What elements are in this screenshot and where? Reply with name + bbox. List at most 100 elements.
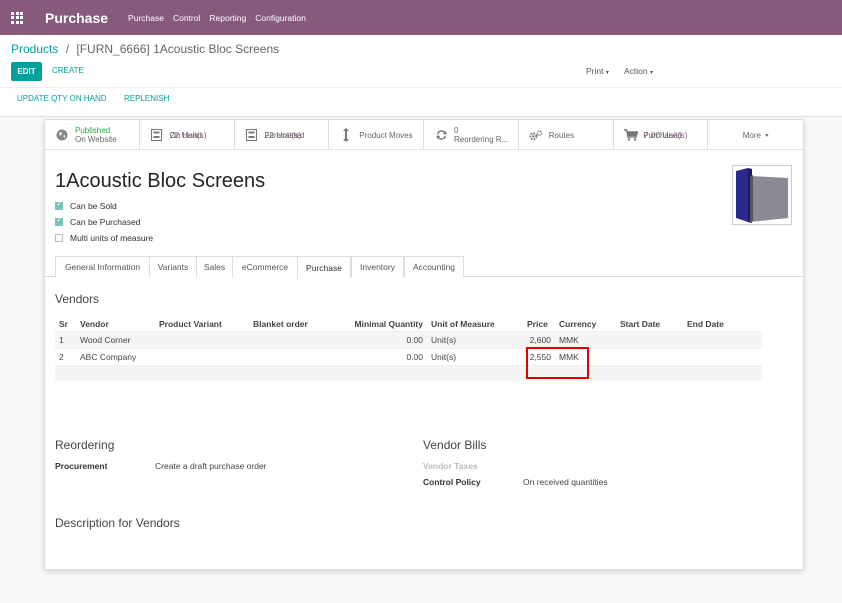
tab-variants[interactable]: Variants xyxy=(149,256,197,277)
tab-inventory[interactable]: Inventory xyxy=(351,256,404,277)
edit-button[interactable]: EDIT xyxy=(11,62,42,81)
procurement-value[interactable]: Create a draft purchase order xyxy=(155,461,267,471)
checkbox-can-be-sold[interactable]: Can be Sold xyxy=(55,200,117,211)
inventory-icon xyxy=(150,128,164,142)
control-policy-label: Control Policy xyxy=(423,477,481,487)
apps-menu-icon[interactable] xyxy=(0,0,34,35)
product-image[interactable] xyxy=(732,165,792,225)
cell-blanket xyxy=(249,347,319,365)
description-vendors-title: Description for Vendors xyxy=(55,516,180,530)
cart-icon xyxy=(623,128,638,142)
form-sheet: Published On Website 22 Unit(s) On Hand 22… xyxy=(44,119,804,570)
smart-button-product-moves-label: Product Moves xyxy=(359,130,413,140)
smart-button-website[interactable]: Published On Website xyxy=(45,120,140,150)
cell-sr: 2 xyxy=(55,347,76,365)
cell-blanket xyxy=(249,330,319,348)
action-label: Action xyxy=(624,66,648,76)
column-header[interactable]: Start Date xyxy=(616,317,683,331)
update-qty-button[interactable]: UPDATE QTY ON HAND xyxy=(17,94,107,103)
tab-accounting[interactable]: Accounting xyxy=(404,256,464,277)
print-dropdown[interactable]: Print ▾ xyxy=(586,66,609,76)
checkbox-multi-uom[interactable]: Multi units of measure xyxy=(55,233,153,243)
divider xyxy=(0,87,842,88)
smart-button-website-label: On Website xyxy=(75,135,117,144)
create-button[interactable]: CREATE xyxy=(52,66,84,75)
refresh-icon xyxy=(434,128,448,142)
up-down-arrow-icon xyxy=(339,128,353,142)
smart-button-purchased-value: 7.00 Unit(s) xyxy=(643,129,688,140)
checkbox-label: Can be Sold xyxy=(70,201,117,211)
smart-button-on-hand[interactable]: 22 Unit(s) On Hand xyxy=(140,120,235,150)
checkbox-unchecked-icon[interactable] xyxy=(55,234,63,242)
column-header[interactable]: Minimal Quantity xyxy=(319,317,427,331)
reordering-section-title: Reordering xyxy=(55,438,115,452)
menu-purchase[interactable]: Purchase xyxy=(128,13,164,23)
column-header[interactable]: Product Variant xyxy=(155,317,249,331)
menu-configuration[interactable]: Configuration xyxy=(255,13,306,23)
smart-button-routes-label: Routes xyxy=(548,130,575,140)
column-header[interactable]: Currency xyxy=(555,317,616,331)
vendor-taxes-label: Vendor Taxes xyxy=(423,461,478,471)
smart-button-routes[interactable]: Routes xyxy=(519,120,614,150)
cell-start-date xyxy=(616,330,683,348)
smart-button-reordering[interactable]: 0 Reordering R... xyxy=(424,120,519,150)
cell-min-qty: 0.00 xyxy=(319,347,427,365)
smart-button-forecasted[interactable]: 22 Unit(s) Forecasted xyxy=(235,120,330,150)
breadcrumb: Products / [FURN_6666] 1Acoustic Bloc Sc… xyxy=(11,42,279,56)
forecast-icon xyxy=(245,128,259,142)
vendors-section-title: Vendors xyxy=(55,292,100,306)
smart-buttons-bar: Published On Website 22 Unit(s) On Hand 22… xyxy=(45,120,803,150)
column-header[interactable]: Unit of Measure xyxy=(427,317,523,331)
notebook-tabs: General Information Variants Sales eComm… xyxy=(45,256,803,278)
breadcrumb-separator: / xyxy=(65,42,70,56)
top-navbar: Purchase Purchase Control Reporting Conf… xyxy=(0,0,842,35)
checkbox-checked-icon[interactable] xyxy=(55,200,63,210)
caret-down-icon: ▾ xyxy=(765,132,769,139)
table-row[interactable]: 2 ABC Company 0.00 Unit(s) 2,550 MMK xyxy=(55,347,762,365)
breadcrumb-products-link[interactable]: Products xyxy=(11,42,58,56)
replenish-button[interactable]: REPLENISH xyxy=(124,94,169,103)
cell-currency: MMK xyxy=(555,330,616,348)
checkbox-label: Can be Purchased xyxy=(70,217,141,227)
column-header[interactable]: Blanket order xyxy=(249,317,319,331)
cell-start-date xyxy=(616,347,683,365)
tab-general-information[interactable]: General Information xyxy=(55,256,150,277)
cell-vendor: ABC Company xyxy=(76,347,155,365)
app-title[interactable]: Purchase xyxy=(45,10,108,26)
globe-icon xyxy=(55,128,69,142)
smart-button-product-moves[interactable]: Product Moves xyxy=(329,120,424,150)
table-empty-row xyxy=(55,364,762,381)
smart-button-reordering-count: 0 xyxy=(454,126,459,135)
cell-sr: 1 xyxy=(55,330,76,348)
action-dropdown[interactable]: Action ▾ xyxy=(624,66,653,76)
table-header-row: Sr Vendor Product Variant Blanket order … xyxy=(55,317,762,331)
cell-end-date xyxy=(683,347,762,365)
cell-price: 2,600 xyxy=(523,330,555,348)
caret-down-icon: ▾ xyxy=(650,70,654,76)
smart-button-on-hand-value: 22 Unit(s) xyxy=(169,129,207,140)
tab-purchase[interactable]: Purchase xyxy=(297,256,351,278)
control-policy-value[interactable]: On received quantities xyxy=(523,477,608,487)
checkbox-checked-icon[interactable] xyxy=(55,216,63,226)
cell-end-date xyxy=(683,330,762,348)
column-header[interactable]: End Date xyxy=(683,317,762,331)
product-name: 1Acoustic Bloc Screens xyxy=(55,170,266,192)
table-row[interactable]: 1 Wood Corner 0.00 Unit(s) 2,600 MMK xyxy=(55,330,762,348)
column-header[interactable]: Sr xyxy=(55,317,76,331)
control-panel: Products / [FURN_6666] 1Acoustic Bloc Sc… xyxy=(0,35,842,117)
vendors-table: Sr Vendor Product Variant Blanket order … xyxy=(55,317,762,381)
tab-sales[interactable]: Sales xyxy=(196,256,233,277)
smart-button-purchased[interactable]: 7.00 Unit(s) Purchased xyxy=(614,120,709,150)
tab-ecommerce[interactable]: eCommerce xyxy=(232,256,298,277)
cell-variant xyxy=(155,347,249,365)
checkbox-can-be-purchased[interactable]: Can be Purchased xyxy=(55,216,141,227)
column-header[interactable]: Price xyxy=(523,317,555,331)
cell-uom: Unit(s) xyxy=(427,330,523,348)
menu-reporting[interactable]: Reporting xyxy=(209,13,246,23)
menu-control[interactable]: Control xyxy=(173,13,200,23)
column-header[interactable]: Vendor xyxy=(76,317,155,331)
gears-icon xyxy=(529,128,543,142)
procurement-label: Procurement xyxy=(55,461,108,471)
checkbox-label: Multi units of measure xyxy=(70,233,154,243)
smart-button-more[interactable]: More ▾ xyxy=(708,120,803,150)
